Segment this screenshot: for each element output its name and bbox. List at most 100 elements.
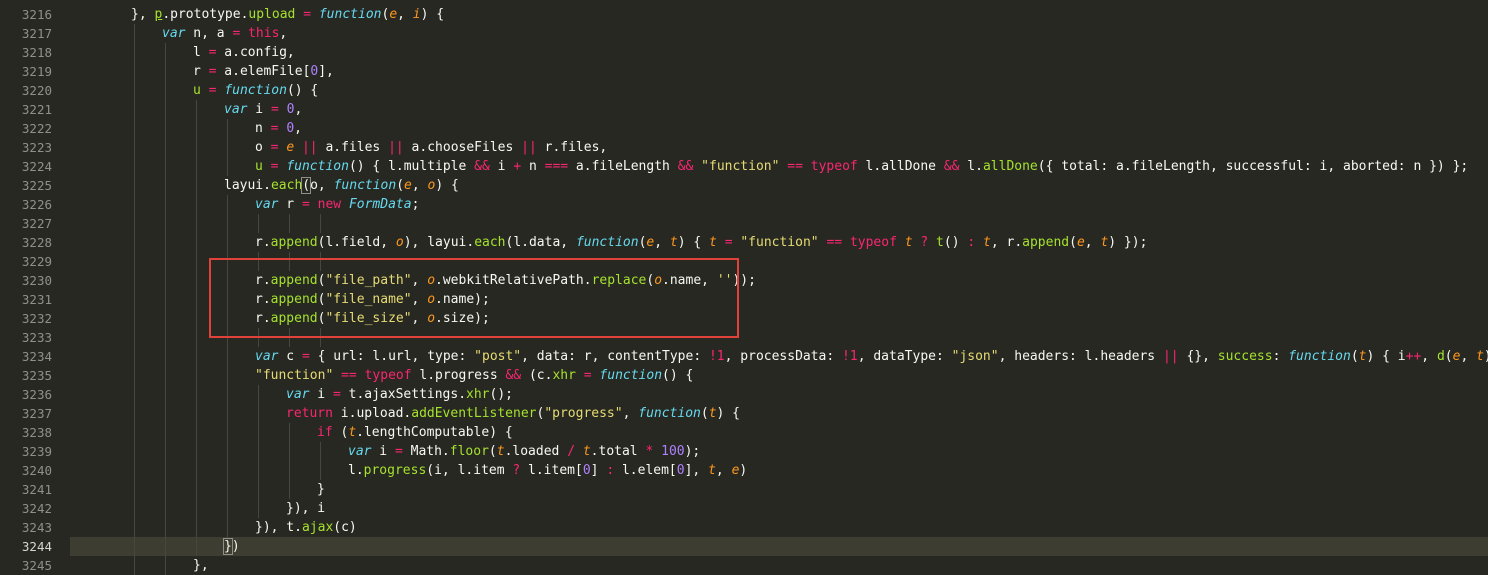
code-token: ,	[294, 121, 302, 136]
code-token: "json"	[951, 349, 999, 364]
code-token: ===	[544, 159, 569, 174]
code-token: (	[1069, 235, 1077, 250]
code-editor[interactable]: 3216 3217 3218 3219 3220 3221 3222 3223 3224 3225…	[0, 0, 1488, 575]
code-token: +	[513, 159, 522, 174]
code-token: function	[1288, 349, 1351, 364]
code-token: ),	[1484, 349, 1488, 364]
code-token: a.elemFile[	[216, 64, 311, 79]
code-token: ==	[826, 235, 843, 250]
code-token: u	[255, 159, 263, 174]
code-token: ],	[318, 64, 334, 79]
code-token: () {	[286, 83, 319, 98]
code-token: l.elem[	[614, 463, 677, 478]
code-token: 0	[582, 463, 591, 478]
code-token: o,	[310, 178, 334, 193]
code-token: t	[669, 235, 678, 250]
code-token: 0	[286, 121, 295, 136]
code-line: var r = new FormData;	[255, 195, 419, 214]
code-token: t	[1476, 349, 1484, 364]
code-token: ,	[1421, 349, 1437, 364]
code-token: ) { i	[1366, 349, 1406, 364]
line-number: 3230	[21, 273, 52, 288]
code-token: var	[348, 444, 372, 459]
code-token: if	[317, 425, 333, 440]
code-token: =	[583, 368, 592, 383]
code-token: ,	[279, 26, 288, 41]
code-token: ) {	[420, 7, 445, 22]
code-token: (	[1444, 349, 1453, 364]
code-token: ({ total: a.fileLength, successful: i, a…	[1037, 159, 1469, 174]
code-token: t	[708, 406, 717, 421]
code-token: e	[1076, 235, 1085, 250]
code-token: t	[496, 444, 505, 459]
code-token: :	[967, 235, 976, 250]
code-token: a.fileLength	[568, 159, 678, 174]
code-token: ) {	[435, 178, 459, 193]
code-token: ],	[684, 463, 709, 478]
line-number: 3218	[21, 45, 52, 60]
code-token: layui.	[224, 178, 271, 193]
code-token: ;	[411, 197, 420, 212]
code-token: (i, l.item	[426, 463, 513, 478]
code-line: return i.upload.addEventListener ("progre…	[286, 404, 740, 423]
code-token: :	[606, 463, 615, 478]
code-token: FormData	[348, 197, 412, 212]
code-token: =	[332, 387, 341, 402]
code-line: o = e || a.files || a.chooseFiles || r.f…	[255, 138, 607, 157]
code-token: (c)	[333, 520, 357, 535]
code-token: ,	[654, 235, 670, 250]
line-number: 3224	[21, 159, 52, 174]
code-token: t	[983, 235, 991, 250]
code-token: , r.	[990, 235, 1023, 250]
code-token: i.upload.	[332, 406, 412, 421]
code-token: a.files	[317, 140, 389, 155]
code-token: "progress"	[544, 406, 623, 421]
code-line: }), t.ajax(c)	[255, 518, 357, 537]
code-token: &&	[474, 159, 490, 174]
code-token: }), i	[286, 501, 326, 516]
code-token: ), layui.	[403, 235, 475, 250]
code-token: l.	[348, 463, 364, 478]
line-number: 3241	[21, 482, 52, 497]
code-token: &&	[943, 159, 960, 174]
line-number: 3226	[21, 197, 52, 212]
code-token: a.chooseFiles	[403, 140, 522, 155]
code-token: function	[224, 83, 287, 98]
code-token: ,	[411, 178, 428, 193]
code-token: t	[348, 425, 357, 440]
code-token: append	[270, 235, 318, 250]
code-token: ();	[489, 387, 513, 402]
code-token: function	[638, 406, 701, 421]
code-line: u = function() {	[193, 81, 318, 100]
code-token: upload	[248, 7, 296, 22]
code-token: var	[255, 349, 279, 364]
code-token: 100	[661, 444, 685, 459]
code-token: t	[1358, 349, 1367, 364]
code-line: }), i	[286, 499, 325, 518]
code-token: floor	[449, 444, 489, 459]
code-token: ==	[787, 159, 803, 174]
code-token: .total	[590, 444, 646, 459]
code-token: t.ajaxSettings.	[340, 387, 467, 402]
code-token: (	[488, 444, 497, 459]
code-token: ,	[397, 7, 413, 22]
code-token: l.item[	[520, 463, 583, 478]
code-token: n	[521, 159, 545, 174]
code-token: t	[709, 235, 717, 250]
code-line: u = function() { l.multiple && i + n ===…	[255, 157, 1468, 176]
line-number: 3219	[21, 64, 52, 79]
code-token: r.	[255, 235, 271, 250]
code-token: ajax	[301, 520, 334, 535]
code-token: ]	[590, 463, 607, 478]
code-token: Math.	[402, 444, 450, 459]
code-line: "function" == typeof l.progress && (c.xh…	[255, 366, 693, 385]
code-token: o	[395, 235, 404, 250]
code-token: ()	[943, 235, 968, 250]
code-token: () { l.multiple	[348, 159, 475, 174]
code-token: "function"	[701, 159, 780, 174]
code-token: "post"	[474, 349, 522, 364]
